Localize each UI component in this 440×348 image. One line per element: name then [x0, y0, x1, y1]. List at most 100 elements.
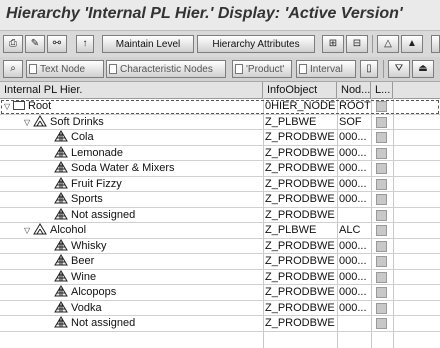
- table-row[interactable]: Vodka Z_PRODBWE 000...: [0, 300, 440, 316]
- table-row[interactable]: Alcopops Z_PRODBWE 000...: [0, 285, 440, 301]
- leaf-checkbox[interactable]: [376, 287, 387, 298]
- tree-cell[interactable]: ▽ Soft Drinks: [0, 114, 286, 130]
- infoobject-cell: Z_PRODBWE: [265, 131, 335, 143]
- infoobject-cell: Z_PRODBWE: [265, 317, 335, 329]
- infoobject-cell: Z_PRODBWE: [265, 146, 335, 159]
- node-name-cell: SOF: [339, 115, 362, 128]
- table-row[interactable]: Lemonade Z_PRODBWE 000...: [0, 145, 440, 161]
- document-icon: [109, 64, 117, 74]
- leaf-checkbox[interactable]: [376, 116, 387, 128]
- table-row[interactable]: Cola Z_PRODBWE 000...: [0, 130, 440, 146]
- tree-cell[interactable]: ▽ Root: [0, 99, 266, 114]
- leaf-checkbox[interactable]: [376, 256, 387, 267]
- expand-toggle-icon[interactable]: ▽: [24, 115, 33, 130]
- characteristic-nodes-button[interactable]: Characteristic Nodes: [106, 60, 226, 78]
- leaf-checkbox[interactable]: [376, 101, 387, 112]
- table-row[interactable]: Sports Z_PRODBWE 000...: [0, 192, 440, 208]
- node-name-cell: [339, 316, 371, 331]
- maintain-level-button[interactable]: Maintain Level: [102, 35, 194, 53]
- node-label: Whisky: [71, 239, 107, 252]
- column-header-leaf[interactable]: L...: [371, 82, 393, 98]
- interval-label: Interval: [310, 63, 343, 75]
- leaf-checkbox[interactable]: [376, 225, 387, 236]
- leaf-checkbox[interactable]: [376, 178, 387, 190]
- text-node-button[interactable]: Text Node: [26, 60, 104, 78]
- display-change-button[interactable]: ⚯: [47, 35, 67, 53]
- leaf-checkbox[interactable]: [376, 318, 387, 329]
- table-row[interactable]: ▽ Root 0HIER_NODE ROOT: [0, 99, 440, 115]
- leaf-checkbox[interactable]: [376, 302, 387, 314]
- table-row[interactable]: Beer Z_PRODBWE 000...: [0, 254, 440, 270]
- characteristic-value-icon: [54, 238, 68, 251]
- leaf-checkbox[interactable]: [376, 147, 387, 159]
- infoobject-cell: Z_PRODBWE: [265, 239, 335, 252]
- leaf-checkbox[interactable]: [376, 240, 387, 252]
- node-label: Alcohol: [50, 224, 87, 236]
- node-label: Alcopops: [71, 286, 117, 298]
- node-label: Wine: [71, 270, 97, 283]
- move-up-button[interactable]: ↑: [76, 35, 94, 53]
- table-row[interactable]: ▽ Soft Drinks Z_PLBWE SOF: [0, 114, 440, 130]
- table-row[interactable]: Not assigned Z_PRODBWE: [0, 316, 440, 332]
- characteristic-value-icon: [54, 207, 68, 220]
- node-name-cell: [339, 208, 371, 223]
- node-name-cell: ROOT: [339, 100, 371, 112]
- leaf-checkbox[interactable]: [376, 271, 387, 283]
- column-header-node[interactable]: Nod...: [337, 82, 371, 98]
- node-name-cell: 000...: [339, 162, 367, 174]
- infoobject-cell: Z_PLBWE: [265, 115, 317, 128]
- toolbar-separator: [372, 35, 373, 53]
- document-icon: [235, 64, 243, 74]
- leaf-checkbox[interactable]: [376, 209, 387, 221]
- table-row[interactable]: Wine Z_PRODBWE 000...: [0, 269, 440, 285]
- node-label: Soda Water & Mixers: [71, 162, 175, 174]
- collapse-all-button[interactable]: ⊟: [346, 35, 368, 53]
- column-header-infoobject[interactable]: InfoObject: [263, 82, 337, 98]
- characteristic-value-icon: [54, 285, 68, 297]
- node-name-cell: 000...: [339, 193, 367, 205]
- column-header-hierarchy[interactable]: Internal PL Hier.: [0, 82, 263, 98]
- trash-icon: ▯: [366, 63, 372, 74]
- structure-button[interactable]: △: [377, 35, 399, 53]
- node-name-cell: 000...: [339, 270, 367, 283]
- table-row[interactable]: Soda Water & Mixers Z_PRODBWE 000...: [0, 161, 440, 177]
- leaf-checkbox[interactable]: [376, 194, 387, 205]
- expand-toggle-icon[interactable]: ▽: [24, 223, 33, 238]
- table-row[interactable]: Whisky Z_PRODBWE 000...: [0, 238, 440, 254]
- tree-cell[interactable]: ▽ Alcohol: [0, 223, 286, 238]
- expand-all-button[interactable]: ⊞: [322, 35, 344, 53]
- edit-button[interactable]: ✎: [25, 35, 45, 53]
- node-name-cell: 000...: [339, 177, 367, 190]
- hierarchy-node-icon: [33, 114, 47, 127]
- node-label: Cola: [71, 131, 94, 143]
- sort-button[interactable]: ▲: [401, 35, 423, 53]
- node-name-cell: 000...: [339, 146, 367, 159]
- table-row[interactable]: ▽ Alcohol Z_PLBWE ALC: [0, 223, 440, 239]
- infoobject-cell: Z_PRODBWE: [265, 177, 335, 190]
- infoobject-cell: Z_PLBWE: [265, 224, 317, 236]
- leaf-checkbox[interactable]: [376, 163, 387, 174]
- hierarchy-attributes-button[interactable]: Hierarchy Attributes: [197, 35, 315, 53]
- delete-button[interactable]: ▯: [360, 60, 378, 78]
- table-row[interactable]: Fruit Fizzy Z_PRODBWE 000...: [0, 176, 440, 192]
- product-button[interactable]: 'Product': [232, 60, 292, 78]
- triangle-icon: ▲: [407, 38, 417, 49]
- toolbar-separator: [383, 60, 384, 78]
- table-row[interactable]: Not assigned Z_PRODBWE: [0, 207, 440, 223]
- infoobject-cell: Z_PRODBWE: [265, 193, 335, 205]
- expand-tree-icon: ⊞: [328, 38, 338, 49]
- characteristic-value-icon: [54, 192, 68, 204]
- infoobject-cell: 0HIER_NODE: [265, 100, 335, 112]
- eject-button[interactable]: ⏏: [412, 60, 434, 78]
- find-button[interactable]: ⌕: [3, 60, 23, 78]
- characteristic-value-icon: [54, 176, 68, 189]
- leaf-checkbox[interactable]: [376, 132, 387, 143]
- interval-button[interactable]: Interval: [296, 60, 356, 78]
- folder-icon: [13, 101, 25, 110]
- node-name-cell: 000...: [339, 286, 367, 298]
- print-button[interactable]: ⎙: [3, 35, 23, 53]
- expand-toggle-icon[interactable]: ▽: [4, 99, 13, 114]
- filter-icon: ⛛: [394, 63, 404, 74]
- more-button[interactable]: [431, 35, 440, 53]
- filter-button[interactable]: ⛛: [388, 60, 410, 78]
